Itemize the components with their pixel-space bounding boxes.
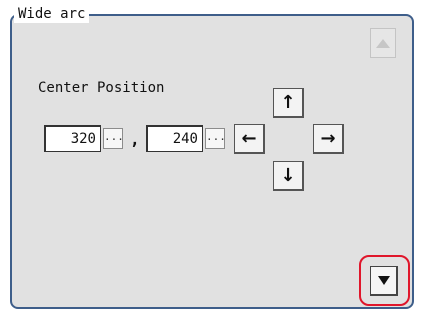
y-value-field[interactable]: 240 [146,125,203,152]
triangle-down-icon [377,276,390,285]
triangle-up-icon [376,38,390,48]
move-up-button[interactable]: ↑ [273,88,304,118]
panel-title: Wide arc [14,5,90,23]
x-value-field[interactable]: 320 [44,125,101,152]
scroll-up-button[interactable] [370,28,396,58]
scroll-down-button[interactable] [370,266,398,296]
center-position-label: Center Position [38,80,165,96]
wide-arc-panel [10,14,414,309]
x-value-edit-button[interactable]: ... [103,128,124,149]
coordinate-separator: , [130,130,140,149]
move-left-button[interactable]: ← [234,124,265,154]
move-down-button[interactable]: ↓ [273,161,304,191]
move-right-button[interactable]: → [313,124,344,154]
screen: Wide arc Center Position 320 ... , 240 .… [0,0,425,322]
y-value-edit-button[interactable]: ... [205,128,226,149]
